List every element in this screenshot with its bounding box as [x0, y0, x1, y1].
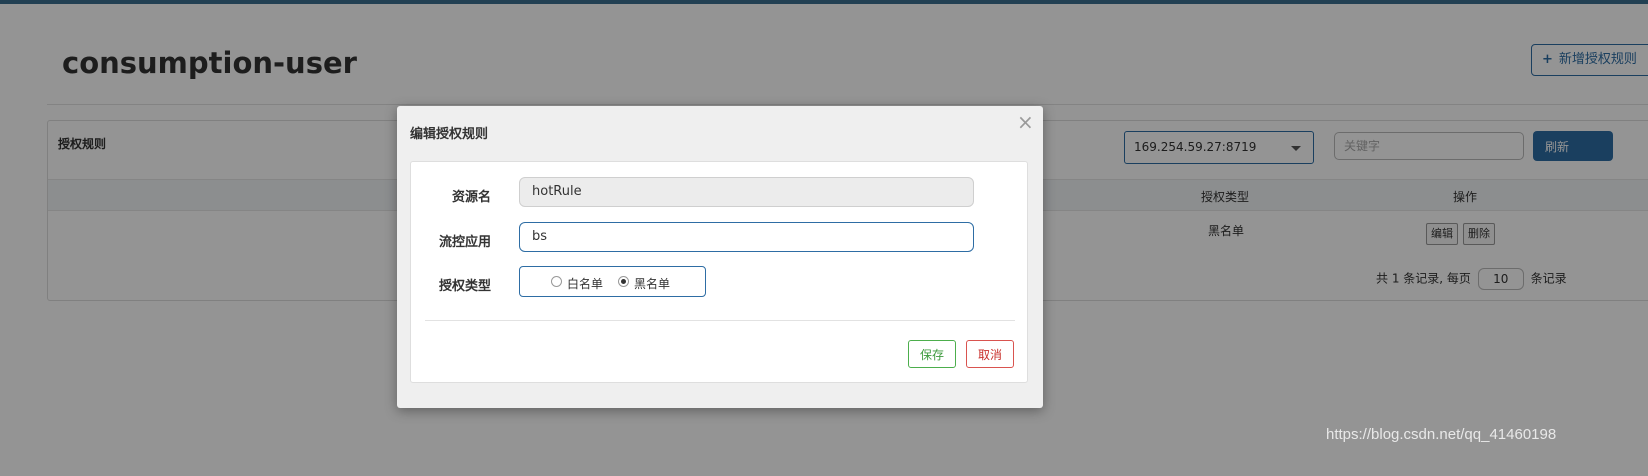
- limit-app-input[interactable]: bs: [519, 222, 974, 252]
- auth-type-label: 授权类型: [438, 279, 491, 294]
- whitelist-label[interactable]: 白名单: [567, 275, 603, 292]
- modal-form: 资源名 hotRule 流控应用 bs 授权类型 白名单 黑名单 保存 取消: [410, 161, 1028, 383]
- edit-rule-modal: 编辑授权规则 × 资源名 hotRule 流控应用 bs 授权类型 白名单 黑名…: [397, 106, 1043, 408]
- blacklist-radio[interactable]: [618, 276, 629, 287]
- blacklist-label[interactable]: 黑名单: [634, 275, 670, 292]
- watermark: https://blog.csdn.net/qq_41460198: [1326, 426, 1557, 443]
- limit-app-label: 流控应用: [438, 235, 491, 250]
- whitelist-radio[interactable]: [551, 276, 562, 287]
- close-icon[interactable]: ×: [1017, 110, 1034, 134]
- resource-name-input: hotRule: [519, 177, 974, 207]
- form-divider: [425, 320, 1015, 321]
- auth-type-radio-group: 白名单 黑名单: [519, 266, 706, 297]
- cancel-button[interactable]: 取消: [966, 340, 1014, 368]
- save-button[interactable]: 保存: [908, 340, 956, 368]
- resource-name-label: 资源名: [451, 190, 491, 205]
- modal-title: 编辑授权规则: [410, 127, 489, 142]
